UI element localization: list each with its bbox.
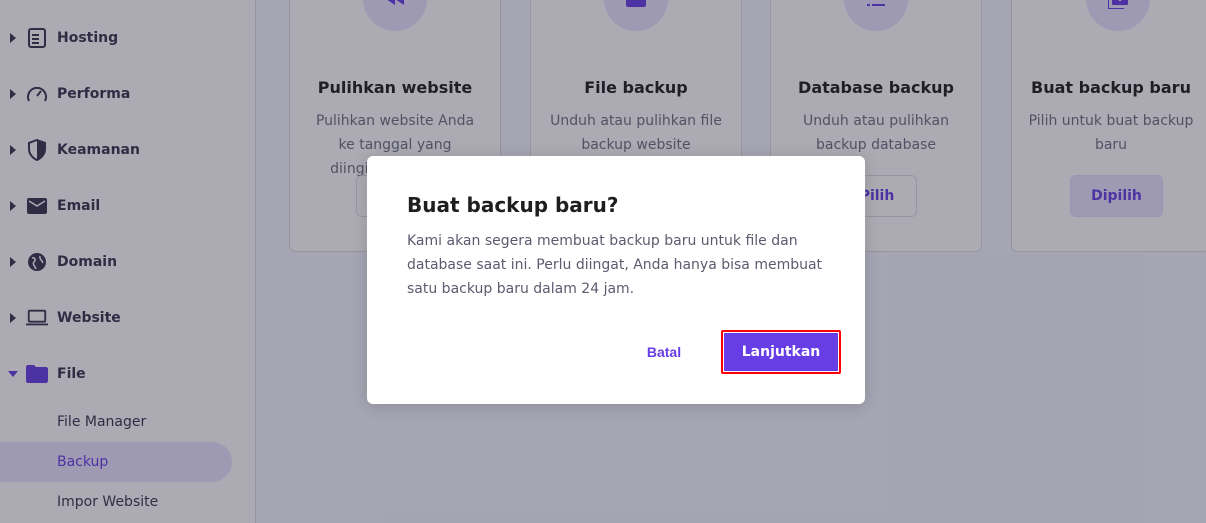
confirm-backup-dialog: Buat backup baru? Kami akan segera membu…: [367, 156, 865, 404]
continue-button-highlight[interactable]: Lanjutkan: [721, 330, 841, 374]
cancel-button[interactable]: Batal: [631, 332, 697, 372]
continue-button[interactable]: Lanjutkan: [724, 333, 838, 371]
dialog-message: Kami akan segera membuat backup baru unt…: [407, 233, 823, 297]
dialog-title: Buat backup baru?: [407, 193, 619, 217]
